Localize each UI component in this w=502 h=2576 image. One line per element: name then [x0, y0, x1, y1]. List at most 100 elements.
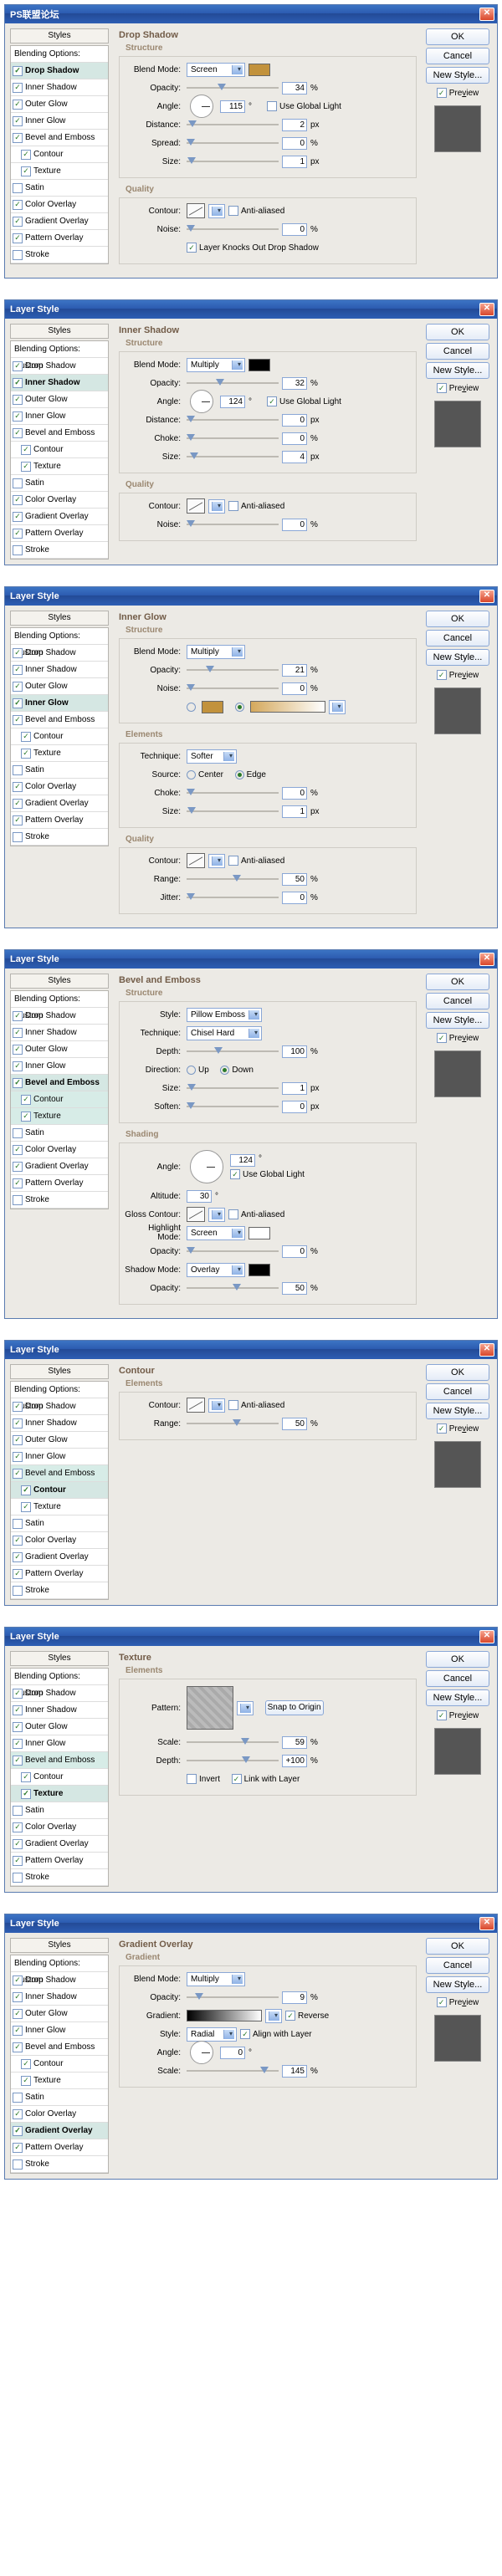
radio[interactable]: [187, 1066, 196, 1075]
style-checkbox[interactable]: [13, 361, 23, 371]
combo[interactable]: Radial: [187, 2027, 237, 2042]
blending-options-row[interactable]: Blending Options: Custom: [11, 1955, 108, 1972]
style-row-pattO[interactable]: Pattern Overlay: [11, 1853, 108, 1869]
style-checkbox[interactable]: [21, 2059, 31, 2069]
number-input[interactable]: 0: [282, 787, 307, 800]
style-row-contour[interactable]: Contour: [11, 442, 108, 458]
style-checkbox[interactable]: [21, 1502, 31, 1512]
style-row-innerG[interactable]: Inner Glow: [11, 408, 108, 425]
new-style-button[interactable]: New Style...: [426, 1689, 489, 1706]
checkbox[interactable]: [228, 856, 238, 866]
slider[interactable]: [187, 684, 279, 693]
style-row-drop[interactable]: Drop Shadow: [11, 645, 108, 662]
color-swatch[interactable]: [248, 359, 270, 371]
combo[interactable]: Multiply: [187, 1972, 245, 1986]
number-input[interactable]: 124: [230, 1154, 255, 1167]
style-checkbox[interactable]: [21, 150, 31, 160]
number-input[interactable]: 32: [282, 377, 307, 390]
style-checkbox[interactable]: [13, 478, 23, 488]
number-input[interactable]: 21: [282, 664, 307, 677]
slider[interactable]: [187, 1047, 279, 1055]
style-row-texture[interactable]: Texture: [11, 2073, 108, 2089]
style-checkbox[interactable]: [13, 200, 23, 210]
style-row-gradO[interactable]: Gradient Overlay: [11, 1158, 108, 1175]
style-row-bevel[interactable]: Bevel and Emboss: [11, 1465, 108, 1482]
slider[interactable]: [187, 666, 279, 674]
new-style-button[interactable]: New Style...: [426, 1012, 489, 1029]
style-checkbox[interactable]: [21, 462, 31, 472]
style-row-satin[interactable]: Satin: [11, 1125, 108, 1142]
style-row-gradO[interactable]: Gradient Overlay: [11, 1836, 108, 1853]
styles-header[interactable]: Styles: [10, 28, 109, 43]
style-row-gradO[interactable]: Gradient Overlay: [11, 1549, 108, 1566]
style-row-satin[interactable]: Satin: [11, 1515, 108, 1532]
style-checkbox[interactable]: [13, 1569, 23, 1579]
style-checkbox[interactable]: [13, 1552, 23, 1562]
style-checkbox[interactable]: [13, 832, 23, 842]
radio[interactable]: [187, 770, 196, 779]
contour-swatch[interactable]: [187, 498, 205, 514]
style-checkbox[interactable]: [13, 233, 23, 243]
checkbox[interactable]: [228, 1400, 238, 1410]
styles-header[interactable]: Styles: [10, 1364, 109, 1379]
grad-dd[interactable]: [329, 700, 346, 714]
style-checkbox[interactable]: [13, 2042, 23, 2052]
preview-checkbox[interactable]: [437, 1997, 447, 2007]
style-checkbox[interactable]: [21, 1772, 31, 1782]
style-checkbox[interactable]: [13, 799, 23, 809]
number-input[interactable]: +100: [282, 1755, 307, 1767]
combo[interactable]: Chisel Hard: [187, 1026, 262, 1040]
style-checkbox[interactable]: [13, 1435, 23, 1445]
style-checkbox[interactable]: [13, 715, 23, 725]
number-input[interactable]: 0: [282, 223, 307, 236]
style-row-pattO[interactable]: Pattern Overlay: [11, 525, 108, 542]
number-input[interactable]: 59: [282, 1736, 307, 1749]
radio[interactable]: [235, 770, 244, 779]
style-row-outerG[interactable]: Outer Glow: [11, 1432, 108, 1449]
number-input[interactable]: 1: [282, 156, 307, 168]
close-icon[interactable]: ✕: [479, 1343, 494, 1357]
close-icon[interactable]: ✕: [479, 303, 494, 316]
color-swatch[interactable]: [202, 701, 223, 713]
slider[interactable]: [187, 139, 279, 147]
style-row-outerG[interactable]: Outer Glow: [11, 1719, 108, 1735]
slider[interactable]: [187, 434, 279, 442]
style-checkbox[interactable]: [13, 1011, 23, 1021]
blending-options-row[interactable]: Blending Options: Custom: [11, 1669, 108, 1685]
style-checkbox[interactable]: [13, 1822, 23, 1832]
angle-dial[interactable]: [190, 2041, 213, 2064]
style-row-gradO[interactable]: Gradient Overlay: [11, 2123, 108, 2139]
ok-button[interactable]: OK: [426, 1364, 489, 1381]
style-row-bevel[interactable]: Bevel and Emboss: [11, 712, 108, 728]
style-row-colorO[interactable]: Color Overlay: [11, 1532, 108, 1549]
style-checkbox[interactable]: [13, 782, 23, 792]
slider[interactable]: [187, 416, 279, 424]
slider[interactable]: [187, 157, 279, 166]
style-row-gradO[interactable]: Gradient Overlay: [11, 509, 108, 525]
color-swatch[interactable]: [248, 64, 270, 76]
style-checkbox[interactable]: [13, 648, 23, 658]
style-row-innerS[interactable]: Inner Shadow: [11, 375, 108, 391]
style-checkbox[interactable]: [13, 1078, 23, 1088]
close-icon[interactable]: ✕: [479, 1630, 494, 1643]
contour-dd[interactable]: [208, 854, 225, 868]
style-row-drop[interactable]: Drop Shadow: [11, 358, 108, 375]
style-checkbox[interactable]: [13, 2143, 23, 2153]
style-row-outerG[interactable]: Outer Glow: [11, 2006, 108, 2022]
style-row-bevel[interactable]: Bevel and Emboss: [11, 425, 108, 442]
new-style-button[interactable]: New Style...: [426, 1976, 489, 1993]
combo[interactable]: Multiply: [187, 358, 245, 372]
pattern-swatch[interactable]: [187, 1686, 233, 1730]
style-row-texture[interactable]: Texture: [11, 1108, 108, 1125]
style-row-colorO[interactable]: Color Overlay: [11, 2106, 108, 2123]
contour-swatch[interactable]: [187, 203, 205, 218]
style-row-contour[interactable]: Contour: [11, 1091, 108, 1108]
checkbox[interactable]: [230, 1169, 240, 1179]
style-row-pattO[interactable]: Pattern Overlay: [11, 2139, 108, 2156]
titlebar[interactable]: Layer Style✕: [5, 950, 497, 969]
number-input[interactable]: 50: [282, 873, 307, 886]
style-row-stroke[interactable]: Stroke: [11, 1582, 108, 1599]
number-input[interactable]: 0: [282, 1245, 307, 1258]
style-checkbox[interactable]: [13, 1452, 23, 1462]
style-row-bevel[interactable]: Bevel and Emboss: [11, 1075, 108, 1091]
